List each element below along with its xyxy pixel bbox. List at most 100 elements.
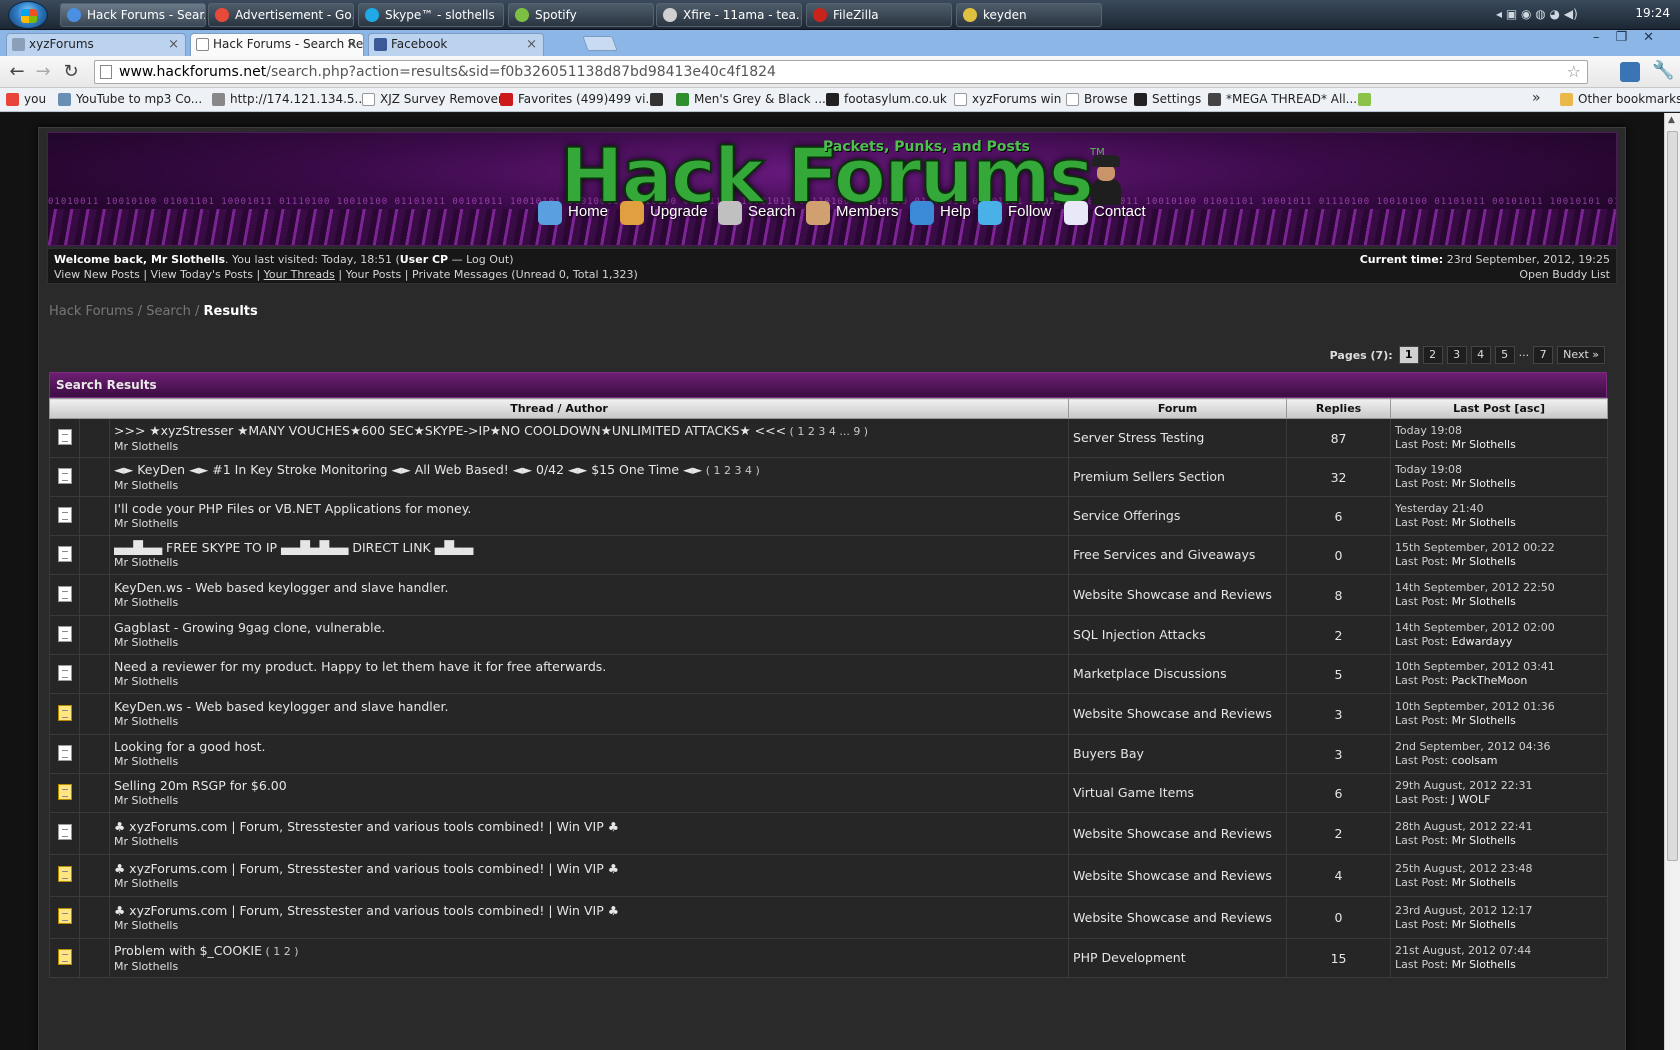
logout-link[interactable]: Log Out (466, 253, 509, 266)
breadcrumb-home[interactable]: Hack Forums (49, 304, 134, 319)
replies-count[interactable]: 32 (1286, 457, 1392, 497)
forward-icon[interactable]: → (32, 61, 54, 83)
thread-title-link[interactable]: ♣ xyzForums.com | Forum, Stresstester an… (114, 861, 619, 876)
table-row[interactable]: Problem with $_COOKIE ( 1 2 ) Mr Slothell… (49, 938, 1609, 978)
bookmark-item[interactable]: http://174.121.134.5... (212, 92, 366, 106)
replies-count[interactable]: 0 (1286, 535, 1392, 575)
forum-link[interactable]: Buyers Bay (1068, 734, 1288, 774)
private-messages-link[interactable]: Private Messages (412, 268, 508, 281)
thread-title-link[interactable]: KeyDen.ws - Web based keylogger and slav… (114, 580, 448, 595)
tab-close-icon[interactable]: × (346, 34, 357, 55)
replies-count[interactable]: 6 (1286, 496, 1392, 536)
thread-title-link[interactable]: Problem with $_COOKIE (114, 943, 262, 958)
forum-link[interactable]: Website Showcase and Reviews (1068, 574, 1288, 616)
extension-icon[interactable] (1620, 62, 1640, 82)
forum-link[interactable]: Website Showcase and Reviews (1068, 812, 1288, 855)
taskbar-button[interactable]: keyden (956, 3, 1102, 27)
table-row[interactable]: ▄▄█▄▄ FREE SKYPE TO IP ▄▄█▄█▄▄ DIRECT LI… (49, 535, 1609, 575)
replies-count[interactable]: 4 (1286, 854, 1392, 897)
table-row[interactable]: KeyDen.ws - Web based keylogger and slav… (49, 693, 1609, 735)
bookmark-item[interactable]: Men's Grey & Black ... (676, 92, 826, 106)
replies-count[interactable]: 5 (1286, 654, 1392, 694)
table-row[interactable]: I'll code your PHP Files or VB.NET Appli… (49, 496, 1609, 536)
forum-link[interactable]: Free Services and Giveaways (1068, 535, 1288, 575)
last-post-time[interactable]: Yesterday 21:40 (1395, 502, 1607, 516)
your-posts-link[interactable]: Your Posts (346, 268, 402, 281)
forum-link[interactable]: PHP Development (1068, 938, 1288, 978)
bookmark-item[interactable]: Browse (1066, 92, 1128, 106)
last-post-author-link[interactable]: Mr Slothells (1452, 516, 1516, 529)
taskbar-button[interactable]: Xfire - 11ama - tea... (656, 3, 802, 27)
bookmark-item[interactable]: xyzForums win (954, 92, 1061, 106)
thread-author-link[interactable]: Mr Slothells (114, 754, 1068, 769)
col-replies[interactable]: Replies (1286, 398, 1392, 419)
forum-link[interactable]: Website Showcase and Reviews (1068, 896, 1288, 939)
table-row[interactable]: Need a reviewer for my product. Happy to… (49, 654, 1609, 694)
table-row[interactable]: >>> ★xyzStresser ★MANY VOUCHES★600 SEC★S… (49, 418, 1609, 458)
bookmark-item[interactable]: YouTube to mp3 Co... (58, 92, 202, 106)
thread-author-link[interactable]: Mr Slothells (114, 876, 1068, 891)
table-row[interactable]: Looking for a good host. Mr Slothells Buye… (49, 734, 1609, 774)
address-bar[interactable]: www.hackforums.net/search.php?action=res… (94, 60, 1588, 84)
reload-icon[interactable]: ↻ (60, 61, 82, 83)
thread-title-link[interactable]: Need a reviewer for my product. Happy to… (114, 659, 606, 674)
thread-title-link[interactable]: Gagblast - Growing 9gag clone, vulnerabl… (114, 620, 385, 635)
replies-count[interactable]: 0 (1286, 896, 1392, 939)
thread-title-link[interactable]: I'll code your PHP Files or VB.NET Appli… (114, 501, 471, 516)
col-last-post[interactable]: Last Post [asc] (1390, 398, 1609, 419)
thread-author-link[interactable]: Mr Slothells (114, 793, 1068, 808)
replies-count[interactable]: 15 (1286, 938, 1392, 978)
last-post-time[interactable]: 10th September, 2012 01:36 (1395, 700, 1607, 714)
user-cp-link[interactable]: User CP (400, 253, 448, 266)
forum-link[interactable]: Virtual Game Items (1068, 773, 1288, 813)
last-post-time[interactable]: 23rd August, 2012 12:17 (1395, 904, 1607, 918)
page-link[interactable]: 7 (1533, 346, 1554, 364)
last-post-time[interactable]: 14th September, 2012 22:50 (1395, 581, 1607, 595)
forum-link[interactable]: Service Offerings (1068, 496, 1288, 536)
last-post-author-link[interactable]: PackTheMoon (1452, 674, 1528, 687)
start-button[interactable] (8, 1, 48, 29)
last-post-author-link[interactable]: Mr Slothells (1452, 958, 1516, 971)
last-post-author-link[interactable]: Mr Slothells (1452, 834, 1516, 847)
page-link[interactable]: 2 (1422, 346, 1443, 364)
nav-help[interactable]: Help (910, 199, 971, 227)
thread-title-link[interactable]: ◄► KeyDen ◄► #1 In Key Stroke Monitoring… (114, 462, 702, 477)
bookmark-item[interactable]: Settings (1134, 92, 1201, 106)
last-post-time[interactable]: 29th August, 2012 22:31 (1395, 779, 1607, 793)
forum-link[interactable]: SQL Injection Attacks (1068, 615, 1288, 655)
replies-count[interactable]: 3 (1286, 693, 1392, 735)
forum-link[interactable]: Website Showcase and Reviews (1068, 693, 1288, 735)
table-row[interactable]: ♣ xyzForums.com | Forum, Stresstester an… (49, 812, 1609, 855)
view-todays-posts-link[interactable]: View Today's Posts (151, 268, 253, 281)
back-icon[interactable]: ← (6, 61, 28, 83)
clock[interactable]: 19:24 (1635, 6, 1670, 20)
scrollbar-thumb[interactable] (1667, 131, 1678, 861)
thread-author-link[interactable]: Mr Slothells (114, 674, 1068, 689)
thread-title-link[interactable]: ♣ xyzForums.com | Forum, Stresstester an… (114, 903, 619, 918)
page-link[interactable]: 3 (1446, 346, 1467, 364)
thread-author-link[interactable]: Mr Slothells (114, 516, 1068, 531)
next-page-button[interactable]: Next » (1557, 346, 1605, 364)
tab-close-icon[interactable]: × (526, 34, 537, 55)
replies-count[interactable]: 3 (1286, 734, 1392, 774)
open-buddy-list-link[interactable]: Open Buddy List (1519, 268, 1610, 281)
thread-title-link[interactable]: >>> ★xyzStresser ★MANY VOUCHES★600 SEC★S… (114, 423, 786, 438)
tab-close-icon[interactable]: × (168, 34, 179, 55)
thread-author-link[interactable]: Mr Slothells (114, 635, 1068, 650)
thread-author-link[interactable]: Mr Slothells (114, 478, 1068, 493)
nav-search[interactable]: Search (718, 199, 796, 227)
table-row[interactable]: ♣ xyzForums.com | Forum, Stresstester an… (49, 896, 1609, 939)
new-tab-button[interactable] (582, 36, 618, 51)
thread-title-link[interactable]: ♣ xyzForums.com | Forum, Stresstester an… (114, 819, 619, 834)
thread-author-link[interactable]: Mr Slothells (114, 959, 1068, 974)
nav-contact[interactable]: Contact (1064, 199, 1146, 227)
thread-title-link[interactable]: Selling 20m RSGP for $6.00 (114, 778, 287, 793)
bookmark-item[interactable]: you (6, 92, 46, 106)
last-post-author-link[interactable]: Mr Slothells (1452, 555, 1516, 568)
table-row[interactable]: Selling 20m RSGP for $6.00 Mr Slothells Vi… (49, 773, 1609, 813)
replies-count[interactable]: 6 (1286, 773, 1392, 813)
forum-link[interactable]: Premium Sellers Section (1068, 457, 1288, 497)
forum-link[interactable]: Website Showcase and Reviews (1068, 854, 1288, 897)
taskbar-button[interactable]: Advertisement - Go... (208, 3, 354, 27)
last-post-author-link[interactable]: coolsam (1452, 754, 1498, 767)
